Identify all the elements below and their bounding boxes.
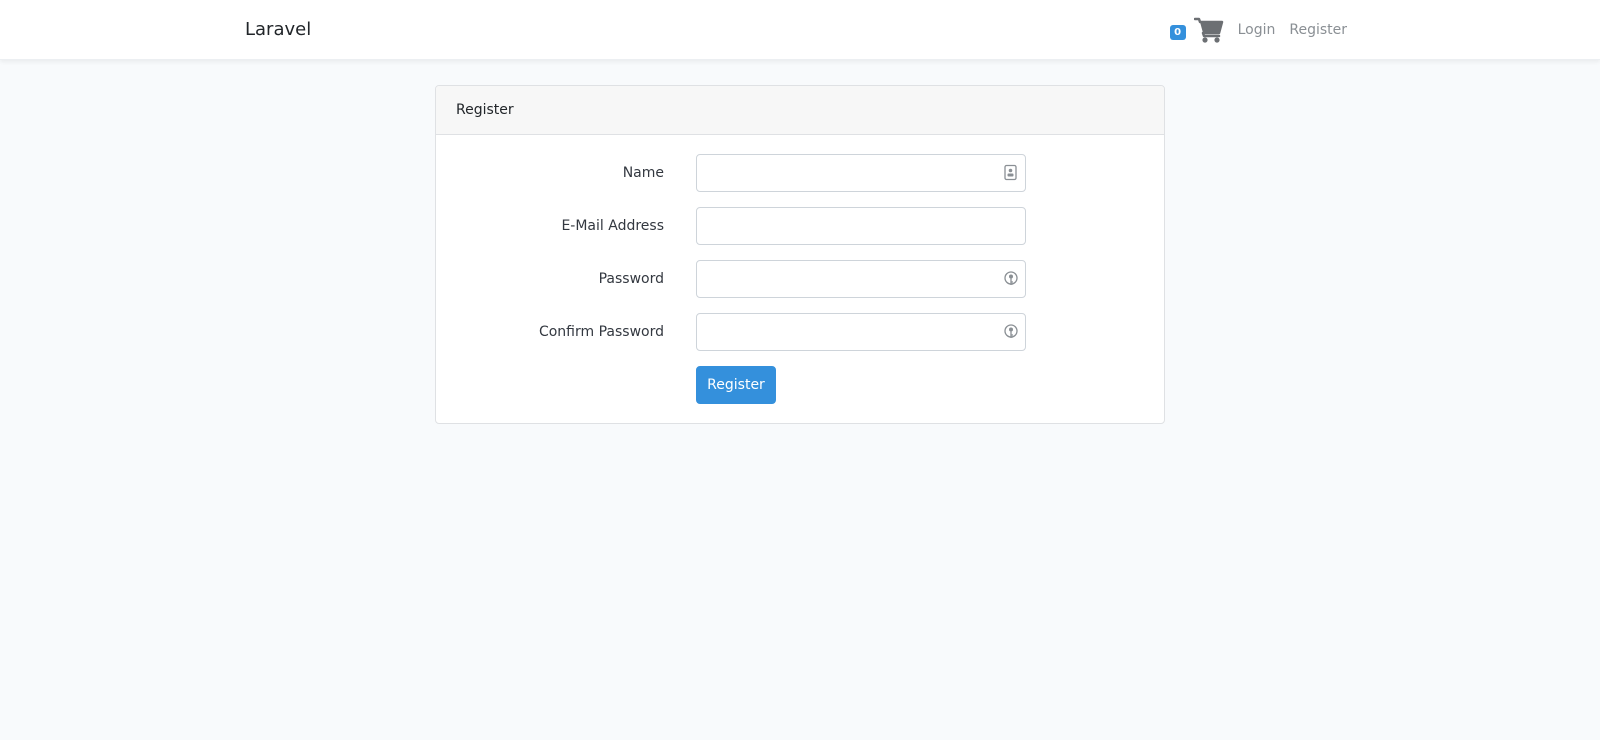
form-row-password: Password <box>436 260 1164 298</box>
confirm-password-input[interactable] <box>696 313 1026 351</box>
form-row-confirm-password: Confirm Password <box>436 313 1164 351</box>
nav-register-link[interactable]: Register <box>1289 19 1347 41</box>
email-input[interactable] <box>696 207 1026 245</box>
password-label: Password <box>598 271 664 287</box>
nav-login-link[interactable]: Login <box>1238 19 1276 41</box>
brand-link[interactable]: Laravel <box>245 18 311 42</box>
register-submit-button[interactable]: Register <box>696 366 776 404</box>
shopping-cart-icon[interactable] <box>1193 16 1224 44</box>
cart-count-badge: 0 <box>1169 24 1186 40</box>
password-input[interactable] <box>696 260 1026 298</box>
top-navbar: Laravel 0 Login Register <box>0 0 1600 60</box>
nav-right: 0 Login Register <box>1169 14 1347 46</box>
key-icon[interactable] <box>1003 323 1019 341</box>
form-row-email: E-Mail Address <box>436 207 1164 245</box>
email-label: E-Mail Address <box>561 218 664 234</box>
name-label: Name <box>622 165 664 181</box>
name-input[interactable] <box>696 154 1026 192</box>
key-icon[interactable] <box>1003 270 1019 288</box>
confirm-password-label: Confirm Password <box>538 324 664 340</box>
contact-card-icon[interactable] <box>1003 164 1019 182</box>
register-card: Register Name E-Mail Address Password Co… <box>435 85 1165 424</box>
form-row-name: Name <box>436 154 1164 192</box>
card-header: Register <box>436 86 1164 135</box>
